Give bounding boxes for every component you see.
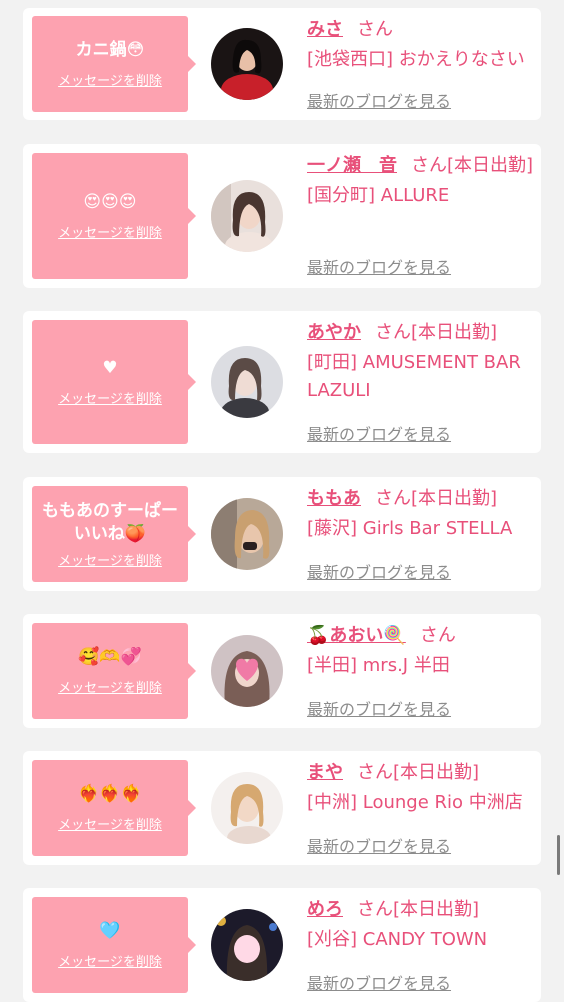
delete-message-link[interactable]: メッセージを削除 — [58, 388, 162, 407]
honorific: さん — [357, 899, 393, 920]
avatar[interactable] — [211, 772, 283, 844]
avatar-image-icon — [211, 772, 283, 844]
delete-message-link[interactable]: メッセージを削除 — [58, 814, 162, 833]
name-line: 一ノ瀬 音さん[本日出勤] — [307, 152, 535, 180]
cast-name-link[interactable]: まや — [307, 762, 343, 783]
cast-name-link[interactable]: 一ノ瀬 音 — [307, 155, 397, 176]
avatar[interactable] — [211, 909, 283, 981]
card-info: めろ さん[本日出勤] [刈谷] CANDY TOWN — [307, 896, 535, 954]
card-info: まや さん[本日出勤] [中洲] Lounge Rio 中洲店 — [307, 759, 535, 817]
message-bubble: 😍😍😍 メッセージを削除 — [32, 153, 196, 279]
avatar[interactable] — [211, 346, 283, 418]
shop-text: [町田] AMUSEMENT BAR LAZULI — [307, 352, 521, 401]
delete-message-link[interactable]: メッセージを削除 — [58, 70, 162, 89]
name-line: 🍒あおい🍭 さん — [307, 622, 535, 650]
honorific: さん — [357, 762, 393, 783]
name-line: あやか さん[本日出勤] — [307, 319, 535, 347]
latest-blog-link[interactable]: 最新のブログを見る — [307, 421, 451, 445]
card-info: 🍒あおい🍭 さん [半田] mrs.J 半田 — [307, 622, 535, 680]
scrollbar[interactable] — [557, 835, 560, 875]
shop-text: [国分町] ALLURE — [307, 185, 450, 206]
message-card: 🩵 メッセージを削除 めろ さん[本日出勤] [刈谷] CANDY TOWN 最新… — [23, 888, 541, 1002]
shop-text: [半田] mrs.J 半田 — [307, 655, 450, 676]
avatar[interactable] — [211, 180, 283, 252]
message-bubble: ❤️‍🔥❤️‍🔥❤️‍🔥 メッセージを削除 — [32, 760, 196, 856]
message-text: 🥰🫶💞 — [78, 647, 142, 667]
message-card: ♥ メッセージを削除 あやか さん[本日出勤] [町田] AMUSEMENT BA… — [23, 311, 541, 453]
delete-message-link[interactable]: メッセージを削除 — [58, 550, 162, 569]
message-text: カニ鍋😳 — [75, 40, 145, 60]
shop-text: [刈谷] CANDY TOWN — [307, 929, 488, 950]
avatar[interactable] — [211, 28, 283, 100]
message-bubble: ♥ メッセージを削除 — [32, 320, 196, 444]
delete-message-link[interactable]: メッセージを削除 — [58, 951, 162, 970]
latest-blog-link[interactable]: 最新のブログを見る — [307, 833, 451, 857]
avatar[interactable] — [211, 498, 283, 570]
cast-name-link[interactable]: ももあ — [307, 488, 361, 509]
shop-text: [藤沢] Girls Bar STELLA — [307, 518, 513, 539]
cast-name-link[interactable]: めろ — [307, 899, 343, 920]
honorific: さん — [357, 19, 393, 40]
name-line: みさ さん — [307, 16, 535, 44]
avatar-image-icon — [211, 28, 283, 100]
honorific: さん — [375, 488, 411, 509]
honorific: さん — [375, 322, 411, 343]
message-text: ♥ — [102, 358, 118, 378]
avatar[interactable] — [211, 635, 283, 707]
message-text: 🩵 — [99, 921, 121, 941]
message-bubble: 🥰🫶💞 メッセージを削除 — [32, 623, 196, 719]
latest-blog-link[interactable]: 最新のブログを見る — [307, 254, 451, 278]
latest-blog-link[interactable]: 最新のブログを見る — [307, 970, 451, 994]
name-line: まや さん[本日出勤] — [307, 759, 535, 787]
avatar-image-icon — [211, 180, 283, 252]
card-info: あやか さん[本日出勤] [町田] AMUSEMENT BAR LAZULI — [307, 319, 535, 405]
cast-name-link[interactable]: あやか — [307, 322, 361, 343]
status-text: [本日出勤] — [411, 322, 498, 343]
status-text: [本日出勤] — [393, 899, 480, 920]
cast-name-link[interactable]: 🍒あおい🍭 — [307, 625, 406, 646]
delete-message-link[interactable]: メッセージを削除 — [58, 677, 162, 696]
delete-message-link[interactable]: メッセージを削除 — [58, 222, 162, 241]
status-text: [本日出勤] — [411, 488, 498, 509]
status-text: [本日出勤] — [393, 762, 480, 783]
message-card: 🥰🫶💞 メッセージを削除 🍒あおい🍭 さん [半田] mrs.J 半田 最新のブロ… — [23, 614, 541, 728]
card-info: ももあ さん[本日出勤] [藤沢] Girls Bar STELLA — [307, 485, 535, 543]
message-bubble: カニ鍋😳 メッセージを削除 — [32, 16, 196, 112]
name-line: めろ さん[本日出勤] — [307, 896, 535, 924]
message-bubble: ももあのすーぱーいいね🍑 メッセージを削除 — [32, 486, 196, 582]
shop-text: [池袋西口] おかえりなさい — [307, 49, 525, 70]
message-bubble: 🩵 メッセージを削除 — [32, 897, 196, 993]
honorific: さん — [419, 625, 456, 646]
message-card: ももあのすーぱーいいね🍑 メッセージを削除 ももあ さん[本日出勤] [藤沢] G… — [23, 477, 541, 591]
card-info: 一ノ瀬 音さん[本日出勤] [国分町] ALLURE — [307, 152, 535, 210]
avatar-image-icon — [211, 498, 283, 570]
status-text: [本日出勤] — [447, 155, 534, 176]
latest-blog-link[interactable]: 最新のブログを見る — [307, 696, 451, 720]
message-text: ❤️‍🔥❤️‍🔥❤️‍🔥 — [78, 784, 142, 804]
message-card: カニ鍋😳 メッセージを削除 みさ さん [池袋西口] おかえりなさい 最新のブログ… — [23, 8, 541, 120]
avatar-image-icon — [211, 635, 283, 707]
message-text: ももあのすーぱーいいね🍑 — [42, 500, 178, 544]
card-info: みさ さん [池袋西口] おかえりなさい — [307, 16, 535, 74]
avatar-image-icon — [211, 346, 283, 418]
message-text: 😍😍😍 — [83, 192, 137, 212]
honorific: さん — [411, 155, 447, 176]
name-line: ももあ さん[本日出勤] — [307, 485, 535, 513]
shop-text: [中洲] Lounge Rio 中洲店 — [307, 792, 523, 813]
latest-blog-link[interactable]: 最新のブログを見る — [307, 559, 451, 583]
latest-blog-link[interactable]: 最新のブログを見る — [307, 88, 451, 112]
avatar-image-icon — [211, 909, 283, 981]
message-card: 😍😍😍 メッセージを削除 一ノ瀬 音さん[本日出勤] [国分町] ALLURE … — [23, 144, 541, 288]
cast-name-link[interactable]: みさ — [307, 19, 343, 40]
message-card: ❤️‍🔥❤️‍🔥❤️‍🔥 メッセージを削除 まや さん[本日出勤] [中洲] Lo… — [23, 751, 541, 865]
